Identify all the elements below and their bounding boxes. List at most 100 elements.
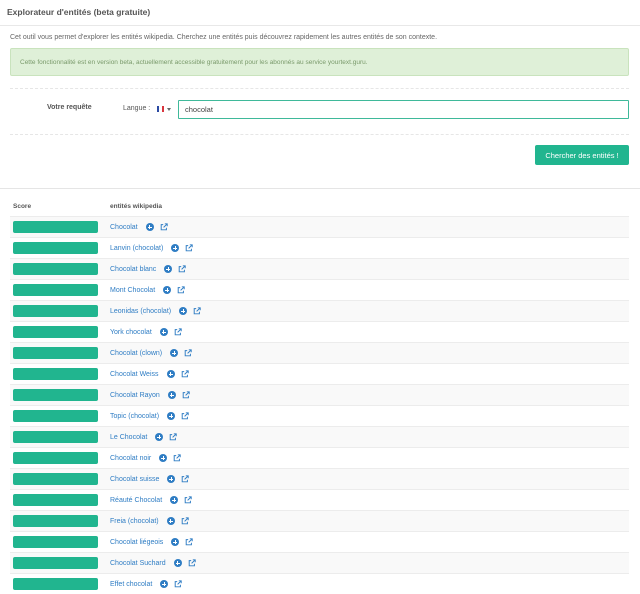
plus-circle-icon[interactable] [171,244,180,252]
query-input[interactable] [178,100,629,119]
french-flag-icon [157,106,164,112]
table-row: Chocolat (clown) [10,342,629,363]
plus-circle-icon[interactable] [167,475,176,483]
entity-cell: Réauté Chocolat [110,496,192,504]
score-bar [13,578,98,590]
plus-circle-icon[interactable] [173,559,182,567]
score-bar [13,326,98,338]
entity-link[interactable]: Effet chocolat [110,581,152,588]
plus-circle-icon[interactable] [163,286,172,294]
entity-cell: Chocolat (clown) [110,349,192,357]
entity-cell: Chocolat suisse [110,475,190,483]
plus-circle-icon[interactable] [166,370,175,378]
entity-link[interactable]: Topic (chocolat) [110,413,159,420]
entity-link[interactable]: Chocolat Weiss [110,371,159,378]
external-link-icon[interactable] [178,265,186,273]
plus-circle-icon[interactable] [159,328,168,336]
beta-notice: Cette fonctionnalité est en version beta… [10,48,629,76]
entity-link[interactable]: Chocolat Rayon [110,392,160,399]
score-bar [13,473,98,485]
plus-circle-icon[interactable] [170,496,179,504]
plus-circle-icon[interactable] [155,433,164,441]
entity-link[interactable]: Chocolat noir [110,455,151,462]
chevron-down-icon [167,108,171,111]
external-link-icon[interactable] [184,349,192,357]
table-row: Chocolat [10,216,629,237]
divider [10,134,629,135]
external-link-icon[interactable] [182,391,190,399]
entity-cell: Le Chocolat [110,433,178,441]
table-row: Lanvin (chocolat) [10,237,629,258]
external-link-icon[interactable] [174,580,182,588]
entity-cell: Mont Chocolat [110,286,185,294]
entity-link[interactable]: Chocolat [110,224,138,231]
score-bar [13,410,98,422]
score-bar [13,305,98,317]
entity-link[interactable]: Chocolat (clown) [110,350,162,357]
search-entities-button[interactable]: Chercher des entités ! [535,145,629,165]
plus-circle-icon[interactable] [159,454,168,462]
table-row: Effet chocolat [10,573,629,594]
plus-circle-icon[interactable] [171,538,180,546]
table-row: Chocolat suisse [10,468,629,489]
plus-circle-icon[interactable] [145,223,154,231]
entity-link[interactable]: Mont Chocolat [110,287,155,294]
plus-circle-icon[interactable] [164,265,173,273]
score-bar [13,242,98,254]
entity-link[interactable]: Leonidas (chocolat) [110,308,171,315]
plus-circle-icon[interactable] [166,517,175,525]
table-row: Chocolat blanc [10,258,629,279]
plus-circle-icon[interactable] [167,391,176,399]
external-link-icon[interactable] [181,517,189,525]
table-row: Topic (chocolat) [10,405,629,426]
entity-link[interactable]: Lanvin (chocolat) [110,245,163,252]
external-link-icon[interactable] [174,328,182,336]
external-link-icon[interactable] [185,244,193,252]
entity-link[interactable]: Chocolat blanc [110,266,156,273]
score-bar [13,347,98,359]
entity-link[interactable]: Réauté Chocolat [110,497,162,504]
entity-cell: York chocolat [110,328,182,336]
plus-circle-icon[interactable] [160,580,169,588]
external-link-icon[interactable] [177,286,185,294]
external-link-icon[interactable] [169,433,178,441]
score-column-header: Score [13,203,32,210]
entity-link[interactable]: York chocolat [110,329,152,336]
external-link-icon[interactable] [184,496,192,504]
entity-link[interactable]: Chocolat Suchard [110,560,166,567]
entity-link[interactable]: Freia (chocolat) [110,518,159,525]
table-row: Freia (chocolat) [10,510,629,531]
entity-cell: Chocolat Weiss [110,370,189,378]
score-bar [13,536,98,548]
language-label: Langue : [123,105,151,112]
plus-circle-icon[interactable] [170,349,179,357]
entity-link[interactable]: Chocolat liégeois [110,539,163,546]
page-header: Explorateur d'entités (beta gratuite) [0,0,640,26]
entity-cell: Topic (chocolat) [110,412,189,420]
external-link-icon[interactable] [173,454,181,462]
plus-circle-icon[interactable] [179,307,188,315]
table-row: Chocolat noir [10,447,629,468]
external-link-icon[interactable] [160,223,168,231]
external-link-icon[interactable] [188,559,196,567]
external-link-icon[interactable] [181,475,190,483]
table-row: Réauté Chocolat [10,489,629,510]
divider [10,88,629,89]
entity-cell: Chocolat blanc [110,265,186,273]
language-dropdown[interactable]: Langue : [117,100,176,119]
entity-cell: Chocolat noir [110,454,181,462]
external-link-icon[interactable] [181,370,189,378]
plus-circle-icon[interactable] [167,412,176,420]
score-bar [13,221,98,233]
table-row: Chocolat Weiss [10,363,629,384]
external-link-icon[interactable] [193,307,201,315]
external-link-icon[interactable] [185,538,193,546]
entity-link[interactable]: Le Chocolat [110,434,147,441]
beta-notice-text: Cette fonctionnalité est en version beta… [20,59,368,66]
external-link-icon[interactable] [181,412,189,420]
query-label: Votre requête [47,104,92,111]
score-bar [13,515,98,527]
entity-link[interactable]: Chocolat suisse [110,476,159,483]
score-bar [13,431,98,443]
section-divider [0,188,640,189]
